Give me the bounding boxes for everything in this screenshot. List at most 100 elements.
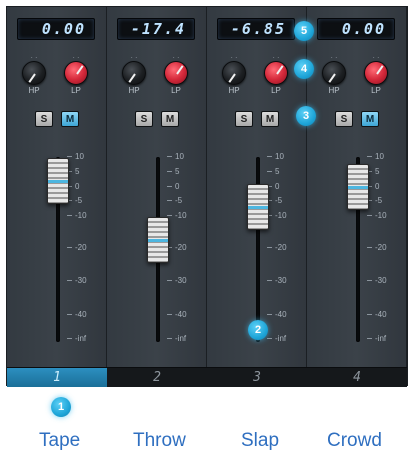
mixer-panel: 0.00 · · HP · · LP S M 10 5 0 -5 -10 -20 -30 -40 -inf 1-…: [6, 6, 408, 387]
tick-label: -30: [175, 276, 187, 285]
mute-button[interactable]: M: [61, 111, 79, 127]
knob-pointer: [28, 73, 36, 83]
knob-pointer: [376, 65, 384, 75]
hp-knob[interactable]: · · HP: [321, 55, 347, 97]
fader-indicator-line: [348, 186, 368, 189]
tick-label: -30: [375, 276, 387, 285]
knob-pointer: [276, 65, 284, 75]
tick-label: -5: [275, 196, 283, 205]
mute-button[interactable]: M: [261, 111, 279, 127]
tick-mark: [267, 247, 272, 249]
callout-badge-4: 4: [294, 59, 314, 79]
scale-tick: 10: [367, 152, 403, 162]
lp-knob-icon[interactable]: [64, 61, 88, 85]
tick-label: -40: [375, 310, 387, 319]
lp-knob-icon[interactable]: [264, 61, 288, 85]
tick-label: -5: [175, 196, 183, 205]
scale-tick: 0: [167, 182, 203, 192]
knob-pointer: [328, 73, 336, 83]
fader-handle[interactable]: [247, 183, 269, 230]
scale-tick: -30: [367, 276, 403, 286]
tick-label: 10: [75, 152, 84, 161]
lp-knob-icon[interactable]: [164, 61, 188, 85]
scale-tick: -5: [267, 196, 303, 206]
scale-tick: -30: [267, 276, 303, 286]
tick-mark: [67, 215, 72, 217]
hp-knob-icon[interactable]: [122, 61, 146, 85]
solo-button[interactable]: S: [35, 111, 53, 127]
channel-caption: Slap: [241, 430, 280, 451]
channel-number-tab[interactable]: 3: [207, 367, 307, 387]
scale-tick: 0: [67, 182, 103, 192]
scale-tick: -10: [67, 211, 103, 221]
scale-tick: 10: [167, 152, 203, 162]
scale-tick: -20: [67, 243, 103, 253]
tick-mark: [367, 156, 372, 158]
lp-knob[interactable]: · · LP: [263, 55, 289, 97]
hp-knob[interactable]: · · HP: [21, 55, 47, 97]
mute-button[interactable]: M: [361, 111, 379, 127]
scale-tick: -20: [367, 243, 403, 253]
tick-mark: [267, 280, 272, 282]
fader-handle[interactable]: [347, 164, 369, 210]
tick-label: -10: [75, 211, 87, 220]
hp-knob[interactable]: · · HP: [121, 55, 147, 97]
fader-indicator-line: [148, 238, 168, 242]
tick-mark: [267, 156, 272, 158]
tick-label: -40: [175, 310, 187, 319]
lp-knob[interactable]: · · LP: [63, 55, 89, 97]
lp-knob[interactable]: · · LP: [363, 55, 389, 97]
tick-mark: [167, 338, 172, 340]
scale-tick: 10: [267, 152, 303, 162]
hp-knob-icon[interactable]: [322, 61, 346, 85]
solo-button[interactable]: S: [135, 111, 153, 127]
knob-pointer: [176, 65, 184, 75]
channel-caption: Tape: [39, 430, 81, 451]
channel-value-display[interactable]: -6.85: [217, 18, 295, 40]
hp-knob-label: HP: [228, 86, 240, 95]
channel-value-display[interactable]: -17.4: [117, 18, 195, 40]
tick-label: -inf: [275, 334, 287, 343]
tick-label: -5: [375, 196, 383, 205]
tick-label: 5: [175, 167, 180, 176]
fader-indicator-line: [248, 205, 268, 209]
channel-strip-4: 0.00 · · HP · · LP S M 10 5 0 -5 -10 -20 -30 -40 -inf 4: [307, 7, 407, 387]
scale-tick: -10: [167, 211, 203, 221]
channel-number-tab[interactable]: 1: [7, 367, 107, 387]
scale-tick: -40: [367, 310, 403, 320]
scale-tick: 5: [367, 167, 403, 177]
tick-mark: [367, 215, 372, 217]
tick-mark: [367, 338, 372, 340]
tick-mark: [67, 280, 72, 282]
hp-knob-label: HP: [128, 86, 140, 95]
channel-value-display[interactable]: 0.00: [17, 18, 95, 40]
solo-button[interactable]: S: [235, 111, 253, 127]
tick-label: -inf: [75, 334, 87, 343]
hp-knob-icon[interactable]: [22, 61, 46, 85]
scale-tick: 5: [267, 167, 303, 177]
fader-handle[interactable]: [147, 216, 169, 263]
lp-knob[interactable]: · · LP: [163, 55, 189, 97]
tick-mark: [167, 156, 172, 158]
channel-value-display[interactable]: 0.00: [317, 18, 395, 40]
scale-tick: 5: [67, 167, 103, 177]
scale-tick: -30: [167, 276, 203, 286]
channel-number-tab[interactable]: 2: [107, 367, 207, 387]
hp-knob-icon[interactable]: [222, 61, 246, 85]
fader-handle[interactable]: [47, 158, 69, 204]
scale-tick: 5: [167, 167, 203, 177]
lp-knob-icon[interactable]: [364, 61, 388, 85]
scale-tick: -inf: [167, 334, 203, 344]
tick-mark: [67, 338, 72, 340]
tick-label: 5: [375, 167, 380, 176]
tick-label: -30: [275, 276, 287, 285]
hp-knob[interactable]: · · HP: [221, 55, 247, 97]
solo-button[interactable]: S: [335, 111, 353, 127]
mute-button[interactable]: M: [161, 111, 179, 127]
tick-mark: [367, 280, 372, 282]
knob-pointer: [76, 65, 84, 75]
scale-tick: -40: [267, 310, 303, 320]
channel-strip-1: 0.00 · · HP · · LP S M 10 5 0 -5 -10 -20 -30 -40 -inf 1: [7, 7, 107, 387]
tick-label: -20: [375, 243, 387, 252]
channel-number-tab[interactable]: 4: [307, 367, 407, 387]
